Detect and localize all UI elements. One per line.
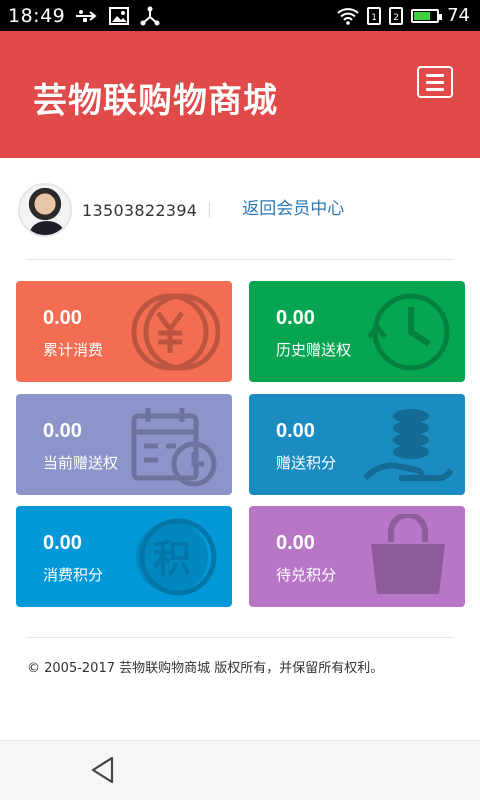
copyright-text: © 2005-2017 芸物联购物商城 版权所有，并保留所有权利。	[27, 661, 384, 676]
divider-top	[26, 259, 454, 260]
back-triangle-icon[interactable]	[88, 755, 118, 785]
member-center-link[interactable]: 返回会员中心	[242, 194, 344, 219]
card-history-gift-rights[interactable]: 0.00 历史赠送权	[249, 281, 465, 382]
sim2-icon: 2	[389, 6, 404, 25]
card-value: 0.00	[43, 532, 82, 554]
wifi-icon	[337, 7, 359, 25]
card-label: 待兑积分	[276, 566, 337, 584]
yen-coin-icon	[131, 293, 220, 371]
coins-hand-icon	[363, 409, 453, 481]
card-label: 历史赠送权	[276, 341, 352, 359]
clock-history-icon	[367, 293, 450, 371]
divider-bottom	[26, 637, 454, 638]
store-title: 芸物联购物商城	[33, 82, 278, 120]
calendar-clock-icon	[131, 408, 217, 487]
card-label: 当前赠送权	[43, 454, 119, 472]
card-value: 0.00	[276, 307, 315, 329]
card-label: 累计消费	[43, 341, 104, 359]
points-coin-glyph: 积	[153, 537, 191, 581]
card-label: 赠送积分	[276, 454, 337, 472]
status-time: 18:49	[8, 4, 66, 27]
user-info-row: 13503822394 返回会员中心	[18, 182, 458, 238]
card-value: 0.00	[276, 420, 315, 442]
app-header: 芸物联购物商城	[0, 31, 480, 158]
card-consumption-points[interactable]: 积 0.00 消费积分	[16, 506, 232, 607]
yen-lock-bag-icon	[371, 514, 445, 594]
sim1-icon: 1	[367, 6, 382, 25]
card-total-consumption[interactable]: 0.00 累计消费	[16, 281, 232, 382]
card-value: 0.00	[43, 307, 82, 329]
card-gift-points[interactable]: 0.00 赠送积分	[249, 394, 465, 495]
card-label: 消费积分	[43, 566, 104, 584]
system-nav-bar	[0, 740, 480, 800]
avatar[interactable]	[18, 183, 72, 237]
battery-icon	[411, 8, 443, 23]
divider	[209, 202, 211, 218]
card-value: 0.00	[276, 532, 315, 554]
hamburger-menu-icon[interactable]	[417, 66, 453, 98]
status-bar: 18:49 1 2 74	[0, 0, 480, 31]
share-icon	[139, 6, 161, 26]
usb-icon	[75, 9, 99, 23]
card-pending-points[interactable]: 0.00 待兑积分	[249, 506, 465, 607]
points-coin-icon: 积	[136, 518, 217, 596]
image-icon	[109, 6, 130, 25]
card-current-gift-rights[interactable]: 0.00 当前赠送权	[16, 394, 232, 495]
card-value: 0.00	[43, 420, 82, 442]
user-phone: 13503822394	[82, 200, 198, 220]
battery-level: 74	[447, 5, 470, 26]
